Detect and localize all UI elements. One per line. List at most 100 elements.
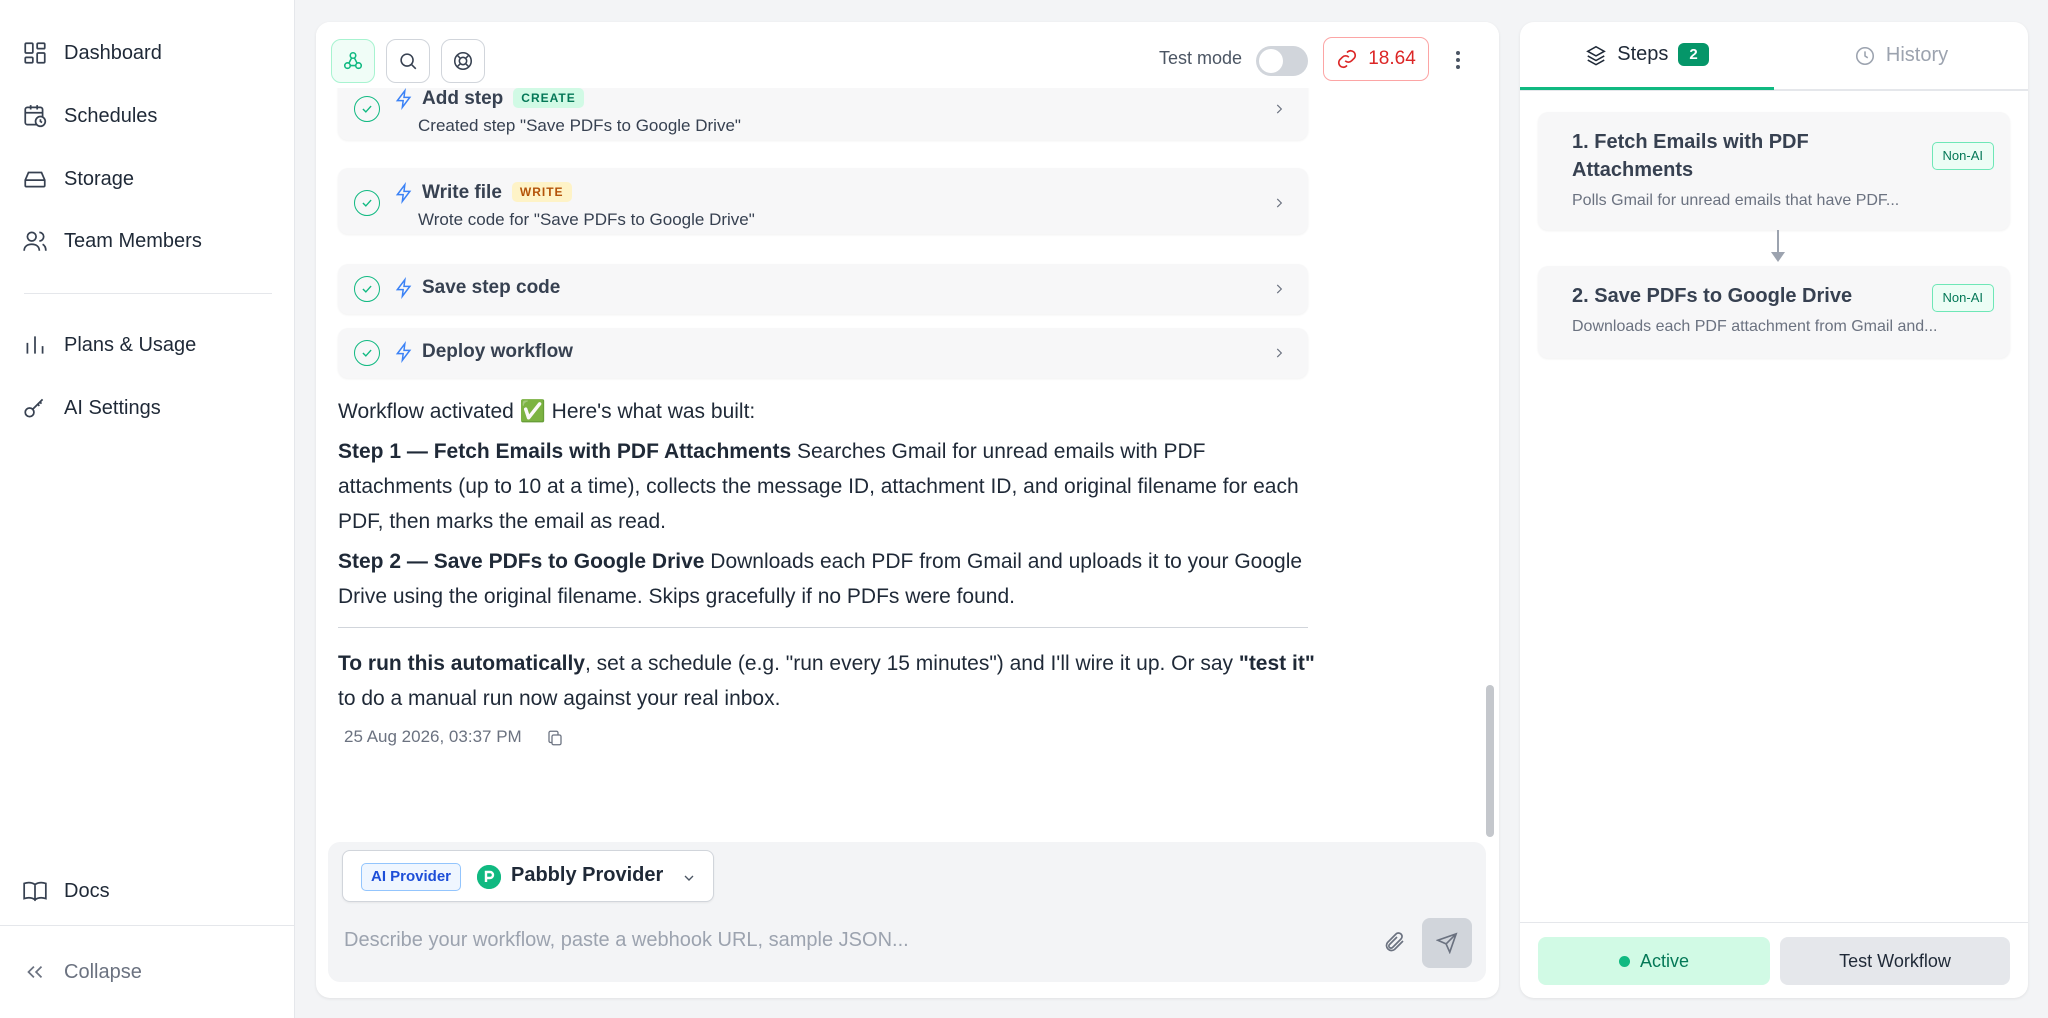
- step-title: Add step: [422, 88, 504, 109]
- step-subtitle: Wrote code for "Save PDFs to Google Driv…: [418, 210, 755, 229]
- pabbly-logo-icon: [477, 865, 501, 889]
- bolt-icon: [394, 341, 414, 363]
- check-circle-icon: [354, 96, 380, 122]
- sidebar-item-plans-usage[interactable]: Plans & Usage: [22, 323, 196, 367]
- calendar-clock-icon: [22, 103, 48, 129]
- message-step2: Step 2 — Save PDFs to Google Drive Downl…: [338, 544, 1318, 614]
- tool-step-save-step-code[interactable]: Save step code: [338, 264, 1308, 314]
- tab-history[interactable]: History: [1774, 22, 2028, 90]
- sidebar-item-label: Docs: [64, 879, 110, 902]
- chevron-down-icon: [681, 870, 697, 886]
- chevron-right-icon: [1272, 196, 1286, 210]
- send-button[interactable]: [1422, 918, 1472, 968]
- key-icon: [22, 395, 48, 421]
- tool-step-deploy-workflow[interactable]: Deploy workflow: [338, 328, 1308, 378]
- ai-provider-badge: AI Provider: [361, 863, 462, 891]
- chat-input[interactable]: [344, 922, 1384, 958]
- message-outro-bold: To run this automatically: [338, 652, 585, 675]
- workflow-step-card[interactable]: 1. Fetch Emails with PDF Attachments Non…: [1538, 112, 2010, 230]
- chat-panel: Test mode 18.64 Add step CREATE Created s…: [316, 22, 1499, 998]
- chevron-right-icon: [1272, 346, 1286, 360]
- layers-icon: [1585, 44, 1607, 66]
- search-button[interactable]: [386, 39, 430, 83]
- bolt-icon: [394, 88, 414, 110]
- tool-step-write-file[interactable]: Write file WRITE Wrote code for "Save PDF…: [338, 168, 1308, 234]
- ai-provider-selector[interactable]: AI Provider Pabbly Provider: [342, 850, 714, 902]
- sidebar-divider: [0, 925, 295, 926]
- team-icon: [22, 228, 48, 254]
- attach-icon[interactable]: [1382, 930, 1406, 954]
- dashboard-icon: [22, 40, 48, 66]
- arrow-down-icon: [1770, 230, 1786, 264]
- composer: AI Provider Pabbly Provider: [328, 842, 1486, 982]
- chevron-right-icon: [1272, 102, 1286, 116]
- chat-scrollbar[interactable]: [1486, 685, 1494, 837]
- tab-label: History: [1885, 44, 1949, 66]
- sidebar-item-schedules[interactable]: Schedules: [22, 94, 157, 138]
- message-outro-text2: to do a manual run now against your real…: [338, 687, 781, 710]
- workflow-step-title-line: 1. Fetch Emails with PDF: [1572, 131, 1809, 153]
- workflow-step-title-line: Attachments: [1572, 159, 1694, 181]
- message-outro-text1: , set a schedule (e.g. "run every 15 min…: [584, 652, 1239, 675]
- workflow-step-card[interactable]: 2. Save PDFs to Google Drive Non-AI Down…: [1538, 266, 2010, 358]
- active-label: Active: [1639, 950, 1690, 971]
- bar-chart-icon: [22, 332, 48, 358]
- message-divider: [338, 627, 1308, 628]
- sidebar-item-team-members[interactable]: Team Members: [22, 219, 202, 263]
- check-circle-icon: [354, 276, 380, 302]
- test-mode-label: Test mode: [1159, 48, 1243, 68]
- copy-icon[interactable]: [546, 729, 564, 747]
- sidebar-item-label: Plans & Usage: [64, 333, 197, 356]
- non-ai-badge: Non-AI: [1931, 284, 1994, 312]
- kebab-icon: [1453, 48, 1463, 72]
- sidebar-item-ai-settings[interactable]: AI Settings: [22, 386, 161, 430]
- sidebar: Dashboard Schedules Storage Team Members…: [0, 0, 295, 1018]
- steps-count-badge: 2: [1678, 43, 1709, 66]
- credits-badge[interactable]: 18.64: [1323, 37, 1429, 81]
- step-title: Deploy workflow: [422, 341, 573, 362]
- webhook-icon: [342, 50, 364, 72]
- sidebar-item-label: Schedules: [64, 104, 158, 127]
- chat-toolbar: Test mode 18.64: [316, 22, 1499, 88]
- sidebar-item-label: Storage: [64, 167, 135, 190]
- message-outro-bold2: "test it": [1238, 652, 1315, 675]
- bolt-icon: [394, 277, 414, 299]
- message-step1: Step 1 — Fetch Emails with PDF Attachmen…: [338, 434, 1318, 539]
- help-button[interactable]: [441, 39, 485, 83]
- message-step1-title: Step 1 — Fetch Emails with PDF Attachmen…: [338, 440, 792, 463]
- lifebuoy-icon: [452, 50, 474, 72]
- collapse-button[interactable]: Collapse: [22, 950, 142, 994]
- workflow-step-description: Polls Gmail for unread emails that have …: [1572, 192, 1900, 209]
- sidebar-divider: [24, 293, 272, 294]
- chevrons-left-icon: [22, 959, 48, 985]
- active-status-button[interactable]: Active: [1538, 937, 1770, 985]
- test-workflow-button[interactable]: Test Workflow: [1780, 937, 2010, 985]
- tab-steps[interactable]: Steps 2: [1520, 22, 1774, 90]
- webhook-button[interactable]: [331, 39, 375, 83]
- panel-footer: Active Test Workflow: [1520, 922, 2028, 998]
- tab-label: Steps: [1617, 43, 1669, 65]
- check-circle-icon: [354, 190, 380, 216]
- sidebar-item-storage[interactable]: Storage: [22, 157, 134, 201]
- search-icon: [397, 50, 419, 72]
- toggle-knob: [1259, 49, 1283, 73]
- test-mode-toggle[interactable]: [1256, 46, 1308, 76]
- sidebar-item-label: Dashboard: [64, 41, 162, 64]
- write-badge: WRITE: [511, 182, 572, 202]
- book-open-icon: [22, 878, 48, 904]
- sidebar-item-docs[interactable]: Docs: [22, 869, 110, 913]
- steps-panel: Steps 2 History 1. Fetch Emails with PDF…: [1520, 22, 2028, 998]
- workflow-step-title: 1. Fetch Emails with PDF Attachments: [1572, 128, 1809, 184]
- more-menu-button[interactable]: [1453, 48, 1463, 72]
- send-icon: [1436, 932, 1458, 954]
- tabs-divider: [1520, 90, 2028, 91]
- sidebar-item-dashboard[interactable]: Dashboard: [22, 31, 162, 75]
- step-subtitle: Created step "Save PDFs to Google Drive": [418, 116, 741, 135]
- message-step2-title: Step 2 — Save PDFs to Google Drive: [338, 550, 705, 573]
- message-outro: To run this automatically, set a schedul…: [338, 646, 1318, 716]
- bolt-icon: [394, 182, 414, 204]
- sidebar-item-label: AI Settings: [64, 396, 161, 419]
- workflow-step-description: Downloads each PDF attachment from Gmail…: [1572, 318, 1938, 335]
- step-title: Write file: [422, 182, 502, 203]
- create-badge: CREATE: [513, 88, 584, 108]
